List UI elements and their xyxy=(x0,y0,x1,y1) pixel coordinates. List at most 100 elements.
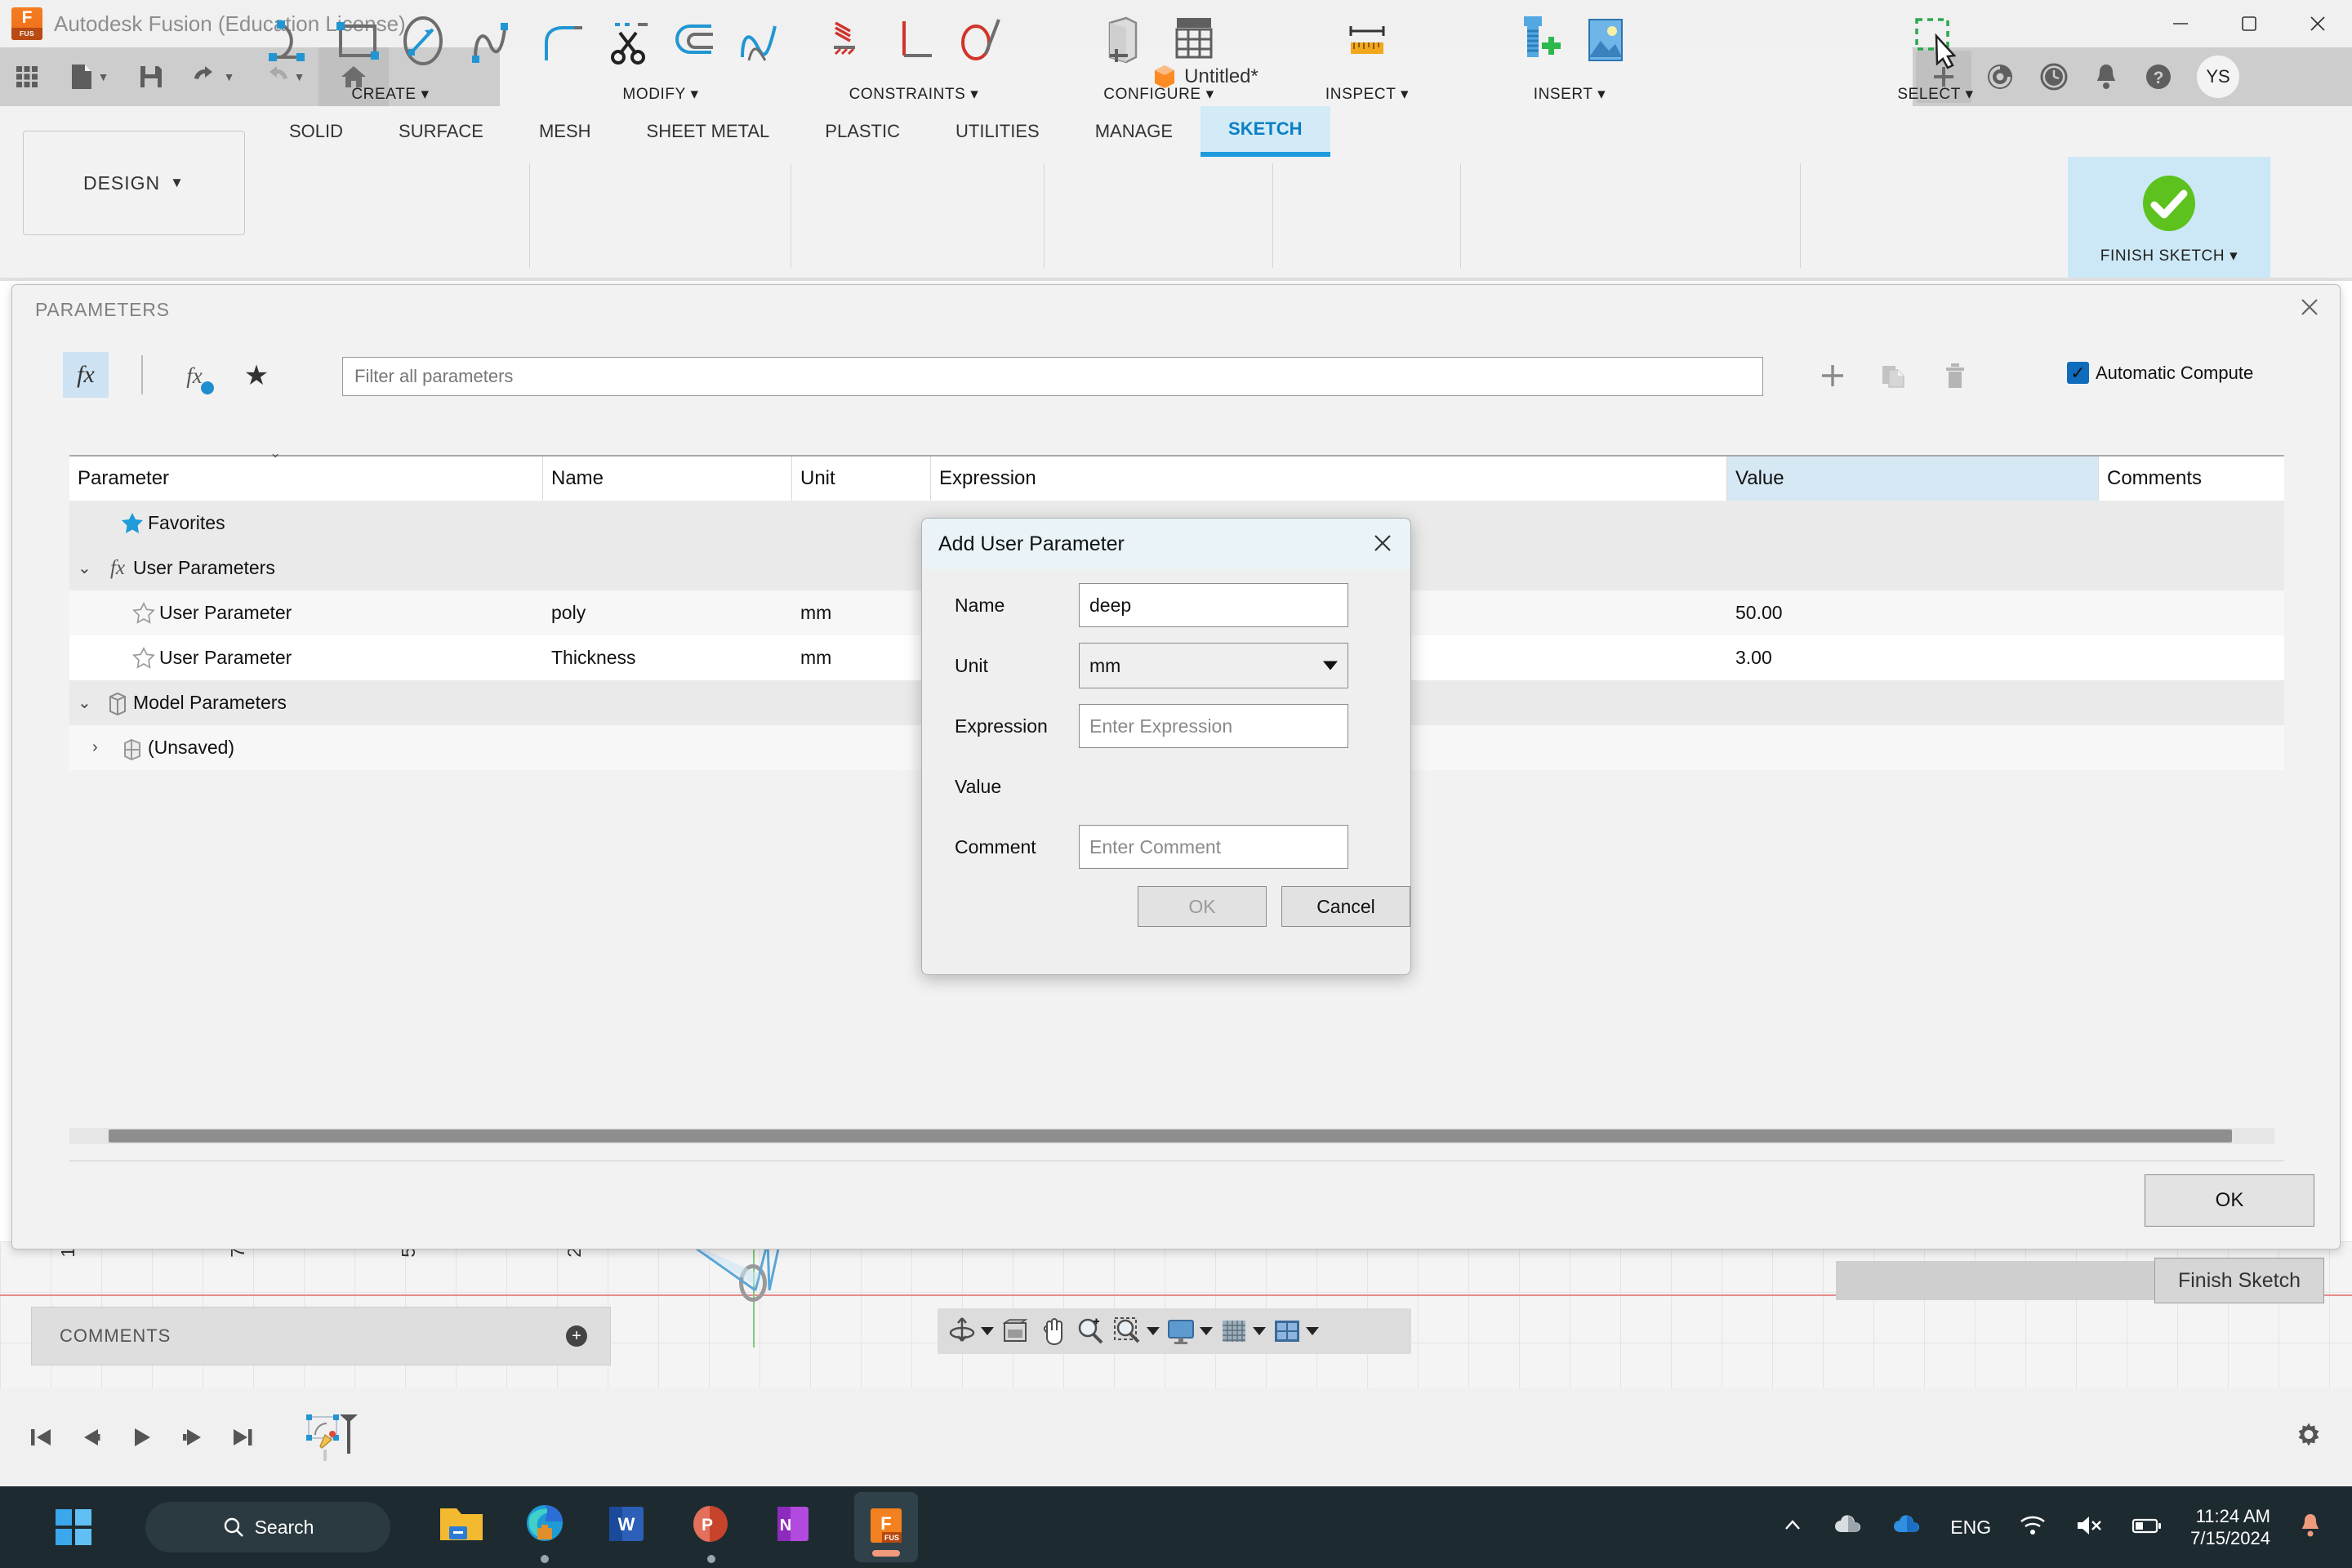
chevron-down-icon[interactable] xyxy=(1323,661,1338,670)
ribbon-group-constraints-label[interactable]: CONSTRAINTS ▾ xyxy=(849,85,979,104)
timeline-go-to-end-button[interactable] xyxy=(217,1410,268,1465)
timeline-sketch-feature-icon[interactable] xyxy=(302,1409,359,1466)
grid-snap-tool[interactable] xyxy=(1218,1315,1266,1348)
timeline-step-back-button[interactable] xyxy=(65,1410,116,1465)
duplicate-parameter-icon[interactable] xyxy=(1871,354,1915,398)
ribbon-group-inspect-label[interactable]: INSPECT ▾ xyxy=(1325,85,1409,104)
zoom-window-tool[interactable] xyxy=(1111,1315,1160,1348)
timeline-go-to-beginning-button[interactable] xyxy=(15,1410,65,1465)
sketch-line-icon[interactable] xyxy=(261,10,323,76)
notifications-bell-icon[interactable] xyxy=(2092,61,2120,92)
chevron-down-icon[interactable]: ▾ xyxy=(970,86,978,103)
row-expander[interactable]: › xyxy=(92,738,117,757)
new-document-button[interactable]: ▼ xyxy=(54,47,124,106)
add-parameter-icon[interactable] xyxy=(1811,354,1855,398)
row-expander[interactable]: ⌄ xyxy=(78,558,102,578)
chevron-down-icon[interactable] xyxy=(1200,1327,1213,1335)
constraint-tangent-icon[interactable] xyxy=(948,10,1010,76)
chevron-down-icon[interactable]: ▾ xyxy=(690,86,698,103)
comment-input[interactable]: Enter Comment xyxy=(1079,825,1348,869)
row-name[interactable]: poly xyxy=(543,590,792,635)
add-user-parameter-cancel-button[interactable]: Cancel xyxy=(1281,886,1410,927)
name-input[interactable]: deep xyxy=(1079,583,1348,627)
zoom-in-tool[interactable] xyxy=(1074,1315,1107,1348)
row-comments[interactable] xyxy=(2099,635,2284,680)
volume-muted-icon[interactable] xyxy=(2074,1513,2104,1542)
row-name[interactable]: Thickness xyxy=(543,635,792,680)
configure-body-icon[interactable] xyxy=(1092,8,1157,78)
parameters-ok-button[interactable]: OK xyxy=(2145,1174,2314,1227)
ribbon-group-configure-label[interactable]: CONFIGURE ▾ xyxy=(1103,85,1214,104)
timeline-play-button[interactable] xyxy=(116,1410,167,1465)
add-comment-icon[interactable]: + xyxy=(566,1325,587,1347)
minimize-button[interactable] xyxy=(2146,0,2215,47)
insert-mcmaster-bolt-icon[interactable] xyxy=(1503,8,1568,78)
measure-icon[interactable] xyxy=(1334,8,1400,78)
tray-expand-icon[interactable] xyxy=(1780,1513,1805,1542)
pan-tool[interactable] xyxy=(1036,1315,1069,1348)
parameters-dialog-close-icon[interactable] xyxy=(2297,295,2322,323)
display-mode-tool[interactable] xyxy=(1165,1315,1213,1348)
undo-button[interactable]: ▼ xyxy=(178,47,248,106)
ribbon-group-select-label[interactable]: SELECT ▾ xyxy=(1897,85,1973,104)
taskbar-clock[interactable]: 11:24 AM 7/15/2024 xyxy=(2190,1505,2270,1550)
app-grid-icon[interactable] xyxy=(0,47,54,106)
taskbar-fusion-icon[interactable]: F FUS xyxy=(854,1492,918,1562)
taskbar-file-explorer-icon[interactable] xyxy=(438,1502,485,1552)
add-user-parameter-close-icon[interactable] xyxy=(1371,532,1394,559)
close-button[interactable] xyxy=(2283,0,2352,47)
ribbon-group-insert-label[interactable]: INSERT ▾ xyxy=(1534,85,1606,104)
help-icon[interactable]: ? xyxy=(2143,61,2174,92)
row-comments[interactable] xyxy=(2099,590,2284,635)
unit-select[interactable]: mm xyxy=(1079,643,1348,688)
chevron-down-icon[interactable] xyxy=(1253,1327,1266,1335)
parameters-horizontal-scrollbar[interactable] xyxy=(109,1129,2232,1143)
notification-center-icon[interactable] xyxy=(2298,1512,2323,1544)
language-indicator[interactable]: ENG xyxy=(1950,1517,1991,1539)
offset-icon[interactable] xyxy=(662,10,724,76)
constraint-perpendicular-icon[interactable] xyxy=(883,10,945,76)
trim-scissors-icon[interactable] xyxy=(597,10,659,76)
ribbon-group-modify-label[interactable]: MODIFY ▾ xyxy=(622,85,698,104)
create-user-parameter-icon[interactable]: fx xyxy=(172,354,216,398)
wifi-icon[interactable] xyxy=(2019,1513,2047,1542)
select-window-icon[interactable] xyxy=(1899,8,1972,78)
taskbar-search-box[interactable]: Search xyxy=(145,1502,390,1552)
chevron-down-icon[interactable]: ▾ xyxy=(1206,86,1214,103)
taskbar-edge-icon[interactable] xyxy=(521,1502,568,1563)
taskbar-word-icon[interactable]: W xyxy=(604,1502,652,1552)
chevron-down-icon[interactable]: ▾ xyxy=(1597,86,1606,103)
design-workspace-selector[interactable]: DESIGN ▼ xyxy=(23,131,245,235)
finish-sketch-button[interactable]: FINISH SKETCH ▾ xyxy=(2068,157,2270,278)
display-settings-tool[interactable] xyxy=(999,1315,1031,1348)
timeline-settings-gear-icon[interactable] xyxy=(2293,1420,2324,1455)
sketch-rectangle-icon[interactable] xyxy=(327,10,389,76)
constraint-coincident-icon[interactable] xyxy=(817,10,880,76)
sketch-spline-icon[interactable] xyxy=(457,10,519,76)
chevron-down-icon[interactable] xyxy=(981,1327,994,1335)
curvature-icon[interactable] xyxy=(728,10,790,76)
row-expander[interactable]: ⌄ xyxy=(78,693,102,713)
chevron-down-icon[interactable]: ▾ xyxy=(1401,86,1409,103)
taskbar-onenote-icon[interactable]: N xyxy=(771,1502,818,1552)
chevron-down-icon[interactable]: ▾ xyxy=(421,86,430,103)
column-header-expression[interactable]: Expression xyxy=(931,457,1727,501)
comments-panel-header[interactable]: COMMENTS + xyxy=(31,1307,611,1365)
start-button-icon[interactable] xyxy=(51,1504,96,1550)
chevron-down-icon[interactable]: ▾ xyxy=(2230,247,2238,265)
column-header-name[interactable]: Name xyxy=(543,457,792,501)
chevron-down-icon[interactable] xyxy=(1306,1327,1319,1335)
fillet-icon[interactable] xyxy=(532,10,594,76)
chevron-down-icon[interactable]: ▼ xyxy=(224,71,235,82)
configure-table-icon[interactable] xyxy=(1160,8,1226,78)
save-button[interactable] xyxy=(124,47,178,106)
checkbox-checked-icon[interactable]: ✓ xyxy=(2067,362,2089,384)
ribbon-group-create-label[interactable]: CREATE ▾ xyxy=(351,85,429,104)
column-header-unit[interactable]: Unit xyxy=(792,457,931,501)
star-outline-icon[interactable] xyxy=(128,601,159,625)
battery-icon[interactable] xyxy=(2132,1516,2163,1539)
expression-input[interactable]: Enter Expression xyxy=(1079,704,1348,748)
filter-parameters-input[interactable]: Filter all parameters xyxy=(342,357,1763,396)
column-header-comments[interactable]: Comments xyxy=(2099,457,2284,501)
sketch-circle-icon[interactable] xyxy=(392,10,454,76)
